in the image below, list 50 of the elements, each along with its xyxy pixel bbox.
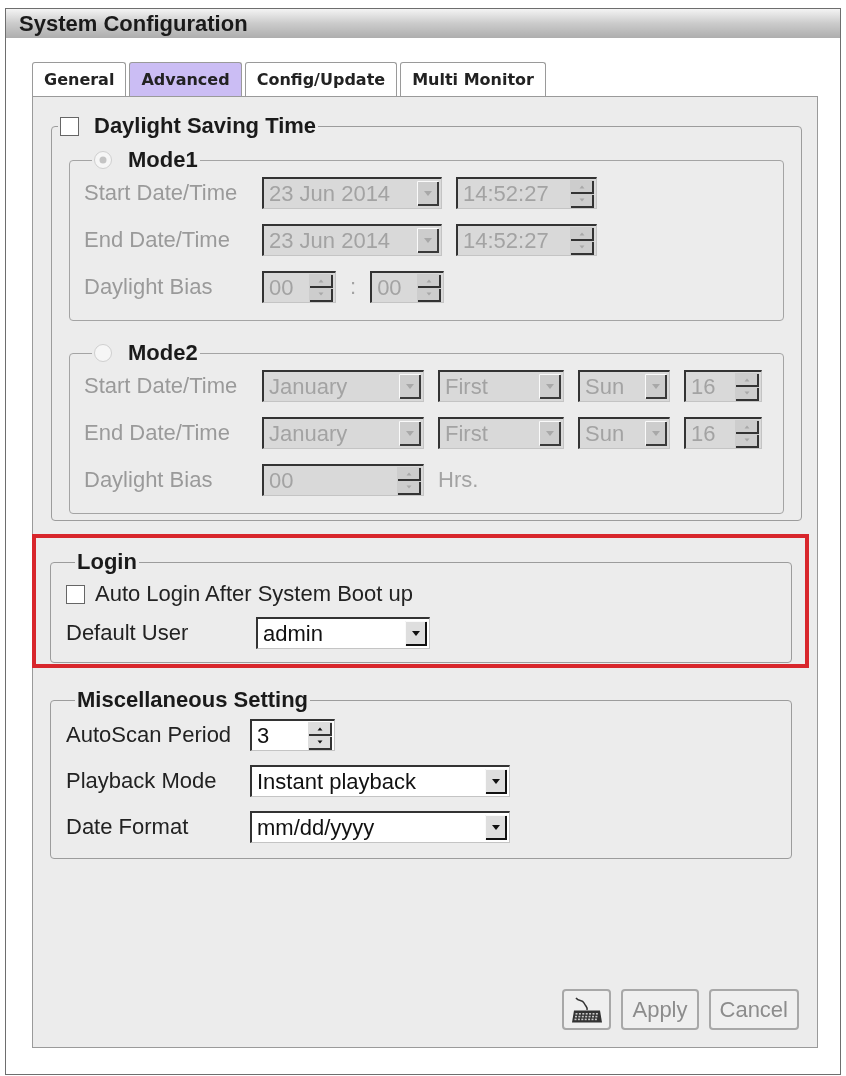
checkbox[interactable] xyxy=(66,584,85,604)
spin-arrows-icon xyxy=(417,273,442,302)
tab[interactable]: General xyxy=(32,62,127,96)
spin-arrows-icon xyxy=(570,179,594,208)
field-label: AutoScan Period xyxy=(66,722,233,748)
dropdown-arrow-icon xyxy=(399,374,421,399)
group-title: Mode1 xyxy=(128,148,198,172)
field-label: Date Format xyxy=(66,814,190,840)
spin-arrows-icon xyxy=(309,273,333,302)
unit-label: Hrs. xyxy=(438,467,479,493)
field-label: Start Date/Time xyxy=(84,180,239,206)
dropdown-arrow-icon xyxy=(485,815,507,840)
group-title: Daylight Saving Time xyxy=(94,113,317,139)
dropdown-arrow-icon xyxy=(539,421,561,446)
dropdown-arrow-icon xyxy=(485,769,507,794)
dropdown-arrow-icon xyxy=(417,228,439,253)
spin-arrows-icon xyxy=(397,466,421,495)
dropdown[interactable]: Instant playback xyxy=(250,765,510,797)
field-label: End Date/Time xyxy=(84,227,231,253)
spin-box[interactable]: 3 xyxy=(250,719,335,751)
spin-arrows-icon xyxy=(735,419,759,448)
dropdown-arrow-icon xyxy=(399,421,421,446)
field-label: Daylight Bias xyxy=(84,467,214,493)
keyboard-icon xyxy=(570,995,603,1024)
tab[interactable]: Multi Monitor xyxy=(400,62,546,96)
field-label: Default User xyxy=(66,620,190,646)
field-label: End Date/Time xyxy=(84,420,231,446)
dropdown-arrow-icon xyxy=(539,374,561,399)
dropdown-arrow-icon xyxy=(405,621,427,646)
dropdown[interactable]: admin xyxy=(256,617,430,649)
window-title: System Configuration xyxy=(19,10,248,37)
group-title: Login xyxy=(77,550,137,574)
tab[interactable]: Config/Update xyxy=(244,62,398,96)
spin-arrows-icon xyxy=(308,721,332,750)
dropdown-arrow-icon xyxy=(645,421,667,446)
checkbox[interactable] xyxy=(60,116,79,136)
field-label: Daylight Bias xyxy=(84,274,214,300)
field-label: Start Date/Time xyxy=(84,373,239,399)
tab[interactable]: Advanced xyxy=(129,62,242,96)
separator-label: : xyxy=(350,274,357,300)
spin-arrows-icon xyxy=(735,372,759,401)
dropdown[interactable]: mm/dd/yyyy xyxy=(250,811,510,843)
group-title: Mode2 xyxy=(128,341,198,365)
dropdown-arrow-icon xyxy=(645,374,667,399)
keyboard-button[interactable] xyxy=(562,989,612,1030)
field-label: Playback Mode xyxy=(66,768,218,794)
spin-arrows-icon xyxy=(570,226,594,255)
checkbox-label: Auto Login After System Boot up xyxy=(95,581,413,607)
group-title: Miscellaneous Setting xyxy=(77,688,309,712)
dropdown-arrow-icon xyxy=(417,181,439,206)
